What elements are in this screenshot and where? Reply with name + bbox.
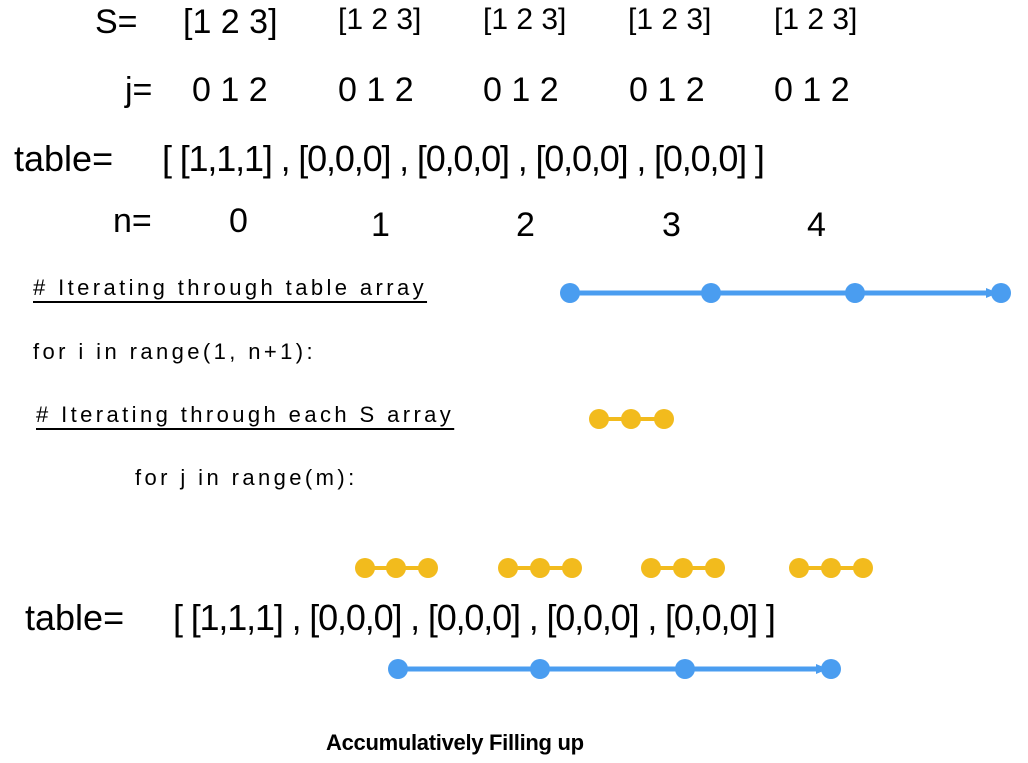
s-iteration-chain-2 (498, 558, 582, 578)
arrow-node (701, 283, 721, 303)
arrow-node (388, 659, 408, 679)
table-iteration-arrow-top (560, 283, 1011, 303)
arrow-node (991, 283, 1011, 303)
s-iteration-chain-legend (589, 409, 674, 429)
arrow-node (675, 659, 695, 679)
table-iteration-arrow-bottom (388, 659, 841, 679)
arrow-node (530, 659, 550, 679)
s-iteration-chain-3 (641, 558, 725, 578)
s-iteration-chain-4 (789, 558, 873, 578)
arrow-node (821, 659, 841, 679)
iteration-markers (355, 283, 1011, 679)
arrow-node (560, 283, 580, 303)
arrow-node (845, 283, 865, 303)
s-iteration-chain-1 (355, 558, 438, 578)
